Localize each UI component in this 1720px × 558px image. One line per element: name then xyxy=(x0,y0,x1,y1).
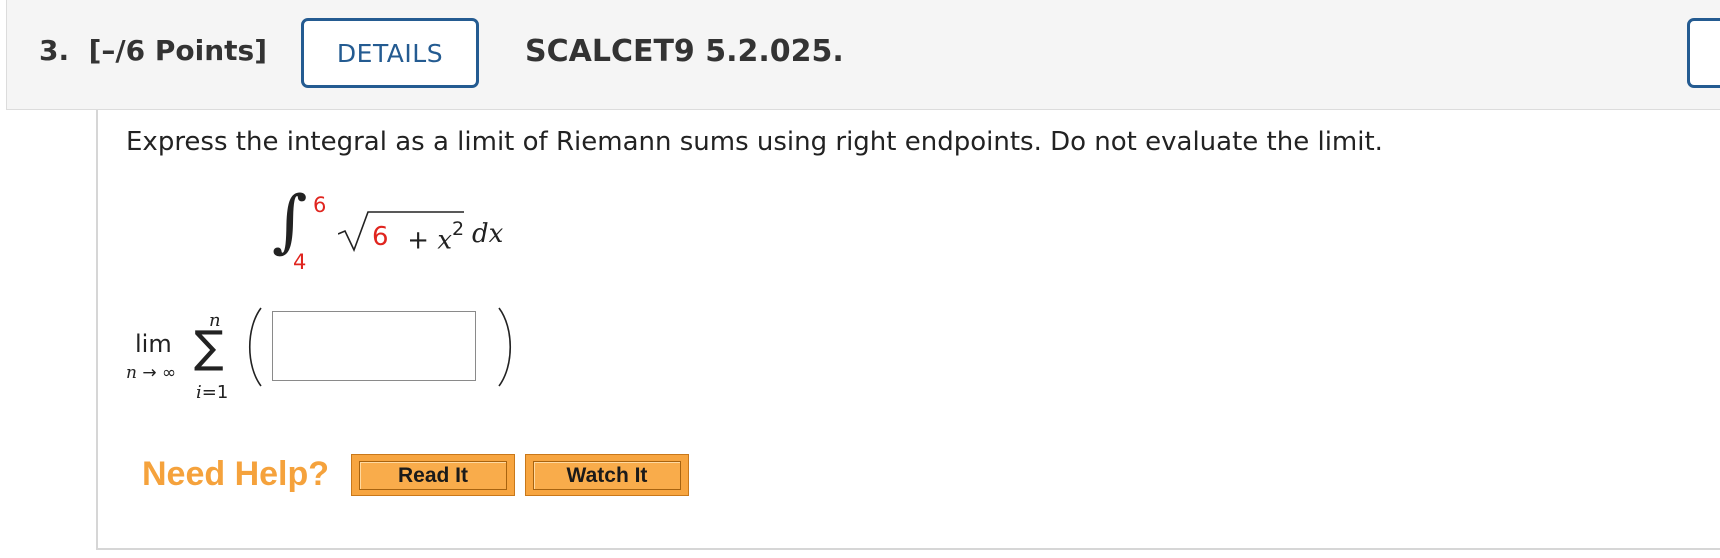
left-paren-icon xyxy=(248,307,262,387)
watch-it-button[interactable]: Watch It xyxy=(525,454,689,496)
limit-arrow: → xyxy=(142,363,157,383)
limit-target: ∞ xyxy=(162,363,177,383)
question-number-points: 3. [–/6 Points] xyxy=(39,34,267,67)
webassign-question-page: 3. [–/6 Points] DETAILS SCALCET9 5.2.025… xyxy=(0,0,1720,558)
details-button[interactable]: DETAILS xyxy=(301,18,479,88)
read-it-label: Read It xyxy=(359,461,507,490)
radicand-exponent: 2 xyxy=(452,218,465,240)
sum-start: 1 xyxy=(216,382,229,403)
read-it-button[interactable]: Read It xyxy=(351,454,515,496)
limit-subscript: n → ∞ xyxy=(126,363,176,383)
integral-differential: dx xyxy=(472,219,504,249)
right-paren-icon xyxy=(498,307,512,387)
sigma-icon: ∑ xyxy=(194,322,224,373)
question-points: [–/6 Points] xyxy=(88,34,268,67)
sum-lower-limit: i=1 xyxy=(196,382,228,403)
limit-label: lim xyxy=(135,330,172,358)
radicand-variable: x xyxy=(437,225,452,256)
watch-it-label: Watch It xyxy=(533,461,681,490)
question-number: 3. xyxy=(39,34,70,67)
assignment-code: SCALCET9 5.2.025. xyxy=(525,34,844,69)
answer-input[interactable] xyxy=(272,311,476,381)
sum-equals: = xyxy=(201,382,217,403)
header-action-button[interactable] xyxy=(1687,18,1720,88)
question-prompt: Express the integral as a limit of Riema… xyxy=(126,127,1383,157)
integral-upper-limit: 6 xyxy=(313,193,327,217)
need-help-label: Need Help? xyxy=(142,455,330,493)
question-header: 3. [–/6 Points] xyxy=(6,0,1720,110)
radicand-constant: 6 xyxy=(372,222,389,252)
integral-lower-limit: 4 xyxy=(293,250,307,274)
radicand-variable-term: + x2 xyxy=(399,218,464,256)
limit-variable: n xyxy=(126,363,137,383)
radicand-operator: + xyxy=(407,225,430,256)
integral-icon: ∫ xyxy=(272,182,308,261)
